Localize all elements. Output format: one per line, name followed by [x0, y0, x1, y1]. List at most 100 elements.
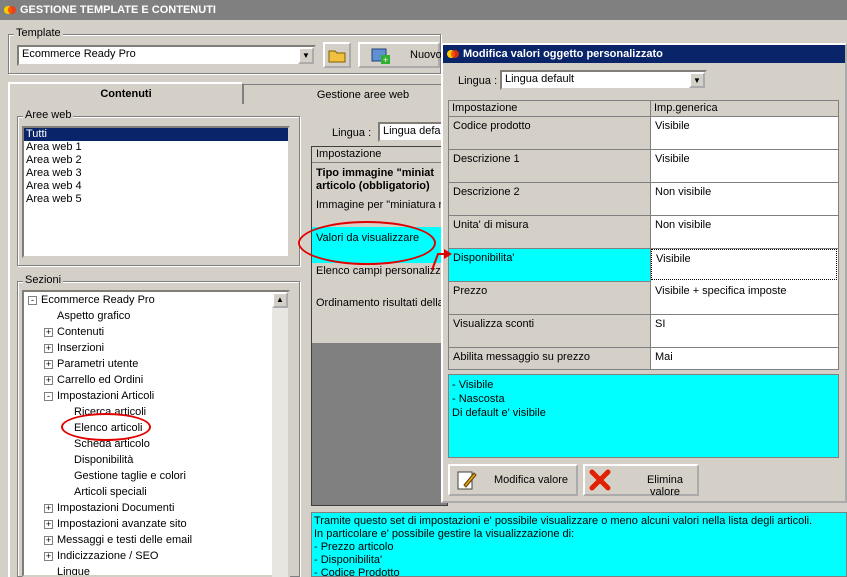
- tree-item[interactable]: + Impostazioni Documenti: [24, 500, 288, 516]
- template-select[interactable]: Ecommerce Ready Pro ▼: [17, 45, 316, 66]
- sezioni-tree[interactable]: - Ecommerce Ready Pro Aspetto grafico + Co…: [22, 290, 290, 577]
- row-value[interactable]: Visibile + specifica imposte: [651, 282, 838, 315]
- tree-item[interactable]: + Carrello ed Ordini: [24, 372, 288, 388]
- main-grid-header: Impostazione: [312, 147, 448, 163]
- expand-icon[interactable]: +: [44, 327, 53, 337]
- row-name[interactable]: Prezzo: [449, 282, 651, 315]
- chevron-down-icon[interactable]: ▼: [298, 47, 314, 64]
- tree-item[interactable]: + Messaggi e testi delle email: [24, 532, 288, 548]
- main-lingua-label: Lingua :: [332, 127, 372, 139]
- list-item[interactable]: Area web 3: [24, 167, 288, 180]
- help-box: - Visibile - Nascosta Di default e' visi…: [448, 374, 839, 458]
- row-name-selected[interactable]: Disponibilita': [449, 249, 651, 282]
- row-value-selected[interactable]: Visibile: [651, 249, 837, 280]
- tree-item-label: Gestione taglie e colori: [74, 470, 186, 482]
- list-item[interactable]: Area web 5: [24, 193, 288, 206]
- row-value[interactable]: SI: [651, 315, 838, 348]
- expand-icon[interactable]: +: [44, 551, 53, 561]
- row-value[interactable]: Non visibile: [651, 216, 838, 249]
- tree-item-label: Impostazioni Articoli: [57, 390, 155, 402]
- edit-icon: [457, 471, 477, 490]
- tree-item[interactable]: Ricerca articoli: [24, 404, 288, 420]
- tree-item[interactable]: - Impostazioni Articoli: [24, 388, 288, 404]
- tree-item[interactable]: + Impostazioni avanzate sito: [24, 516, 288, 532]
- table-row[interactable]: Immagine per "miniatura n: [316, 199, 446, 211]
- delete-value-button[interactable]: Elimina valore: [583, 464, 699, 498]
- expand-icon[interactable]: +: [44, 519, 53, 529]
- list-item[interactable]: Area web 4: [24, 180, 288, 193]
- row-value[interactable]: Non visibile: [651, 183, 838, 216]
- info-box: Tramite questo set di impostazioni e' po…: [311, 512, 847, 577]
- modify-value-label: Modifica valore: [494, 474, 568, 486]
- expand-icon[interactable]: +: [44, 503, 53, 513]
- app-icon: [447, 50, 459, 58]
- scroll-up-icon[interactable]: ▲: [272, 292, 288, 308]
- collapse-icon[interactable]: -: [28, 295, 37, 305]
- list-item[interactable]: Tutti: [24, 128, 288, 141]
- expand-icon[interactable]: +: [44, 535, 53, 545]
- tree-scrollbar[interactable]: ▲: [272, 292, 288, 577]
- dialog-lingua-select[interactable]: Lingua default ▼: [500, 70, 707, 90]
- expand-icon[interactable]: +: [44, 359, 53, 369]
- row-value[interactable]: Visibile: [651, 117, 838, 150]
- tree-item-label: Contenuti: [57, 326, 105, 338]
- tree-item[interactable]: + Contenuti: [24, 324, 288, 340]
- template-label: Template: [14, 27, 63, 39]
- info-line: - Disponibilita': [314, 554, 383, 566]
- dialog-title: Modifica valori oggetto personalizzato: [463, 48, 663, 60]
- tree-item[interactable]: Scheda articolo: [24, 436, 288, 452]
- table-row[interactable]: Tipo immagine "miniat articolo (obbligat…: [316, 167, 446, 193]
- main-lingua-select[interactable]: Lingua defa: [378, 122, 448, 142]
- table-row[interactable]: Elenco campi personalizza: [316, 265, 446, 277]
- list-item[interactable]: Area web 2: [24, 154, 288, 167]
- info-line: - Prezzo articolo: [314, 541, 394, 553]
- tree-item-label: Articoli speciali: [74, 486, 147, 498]
- tree-item[interactable]: Gestione taglie e colori: [24, 468, 288, 484]
- tree-item[interactable]: + Inserzioni: [24, 340, 288, 356]
- row-name[interactable]: Codice prodotto: [449, 117, 651, 150]
- expand-icon[interactable]: +: [44, 375, 53, 385]
- row-name[interactable]: Descrizione 2: [449, 183, 651, 216]
- values-grid[interactable]: Impostazione Imp.generica Codice prodott…: [448, 100, 839, 370]
- dialog-titlebar[interactable]: Modifica valori oggetto personalizzato: [443, 45, 845, 63]
- collapse-icon[interactable]: -: [44, 391, 53, 401]
- open-folder-button[interactable]: [323, 42, 351, 68]
- tree-item[interactable]: + Indicizzazione / SEO: [24, 548, 288, 564]
- row-name[interactable]: Unita' di misura: [449, 216, 651, 249]
- annotation-circle: [298, 221, 436, 265]
- expand-icon[interactable]: +: [44, 343, 53, 353]
- tree-item[interactable]: + Parametri utente: [24, 356, 288, 372]
- tree-item-label: Impostazioni avanzate sito: [57, 518, 187, 530]
- row-name[interactable]: Abilita messaggio su prezzo: [449, 348, 651, 369]
- chevron-down-icon[interactable]: ▼: [689, 72, 705, 88]
- tree-item[interactable]: - Ecommerce Ready Pro: [24, 292, 288, 308]
- help-line: - Nascosta: [452, 393, 505, 405]
- col-imp-generica: Imp.generica: [651, 101, 838, 117]
- delete-icon: [589, 469, 611, 491]
- main-grid[interactable]: Impostazione Tipo immagine "miniat artic…: [311, 146, 448, 506]
- aree-web-label: Aree web: [23, 109, 74, 121]
- add-database-icon: +: [371, 48, 390, 65]
- tree-item[interactable]: Articoli speciali: [24, 484, 288, 500]
- info-line: In particolare e' possibile gestire la v…: [314, 528, 575, 540]
- new-template-button[interactable]: + Nuovo: [358, 42, 442, 68]
- tab-gestione-label: Gestione aree web: [316, 89, 410, 101]
- tree-item-label: Parametri utente: [57, 358, 139, 370]
- folder-icon: [328, 50, 346, 63]
- row-value[interactable]: Visibile: [651, 150, 838, 183]
- help-line: - Visibile: [452, 379, 494, 391]
- list-item[interactable]: Area web 1: [24, 141, 288, 154]
- new-template-label: Nuovo: [410, 49, 442, 61]
- modify-value-button[interactable]: Modifica valore: [448, 464, 578, 496]
- tree-item[interactable]: Aspetto grafico: [24, 308, 288, 324]
- info-line: Tramite questo set di impostazioni e' po…: [314, 515, 813, 527]
- row-name[interactable]: Visualizza sconti: [449, 315, 651, 348]
- modify-values-dialog: Modifica valori oggetto personalizzato L…: [441, 43, 847, 503]
- tab-contenuti[interactable]: Contenuti: [8, 82, 243, 104]
- row-value[interactable]: Mai: [651, 348, 838, 369]
- tree-item[interactable]: Disponibilità: [24, 452, 288, 468]
- row-name[interactable]: Descrizione 1: [449, 150, 651, 183]
- aree-web-list[interactable]: Tutti Area web 1 Area web 2 Area web 3 A…: [22, 126, 290, 258]
- tree-item[interactable]: Lingue: [24, 564, 288, 575]
- table-row[interactable]: Ordinamento risultati della: [316, 297, 446, 309]
